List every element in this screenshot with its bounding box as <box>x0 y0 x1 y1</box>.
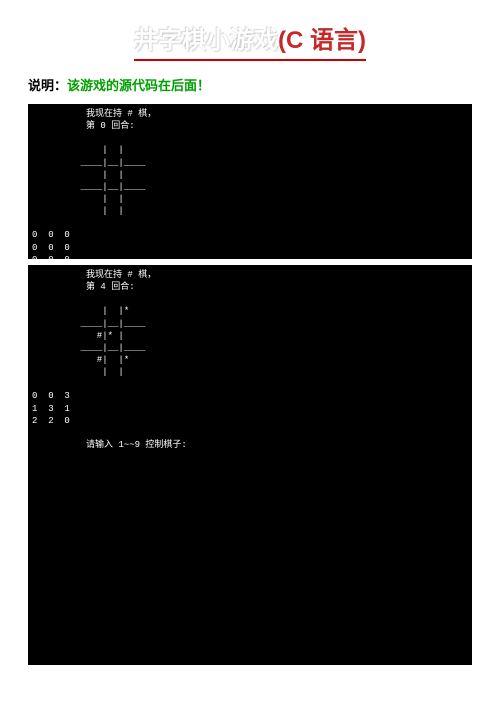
description-label: 说明： <box>28 78 67 93</box>
title-container: 井字棋小游戏(C 语言) <box>28 20 472 61</box>
description-text: 该游戏的源代码在后面！ <box>67 78 210 93</box>
console-screenshot-1: 我现在持 # 棋， 第 0 回合: | | ____|__|____ | | _… <box>28 104 472 259</box>
title-part2: (C 语言) <box>278 27 366 54</box>
main-title: 井字棋小游戏(C 语言) <box>134 20 366 61</box>
title-part1: 井字棋小游戏 <box>134 27 278 54</box>
console-screenshot-2: 我现在持 # 棋， 第 4 回合: | |* ____|__|____ #|* … <box>28 265 472 665</box>
description-line: 说明：该游戏的源代码在后面！ <box>28 75 472 94</box>
